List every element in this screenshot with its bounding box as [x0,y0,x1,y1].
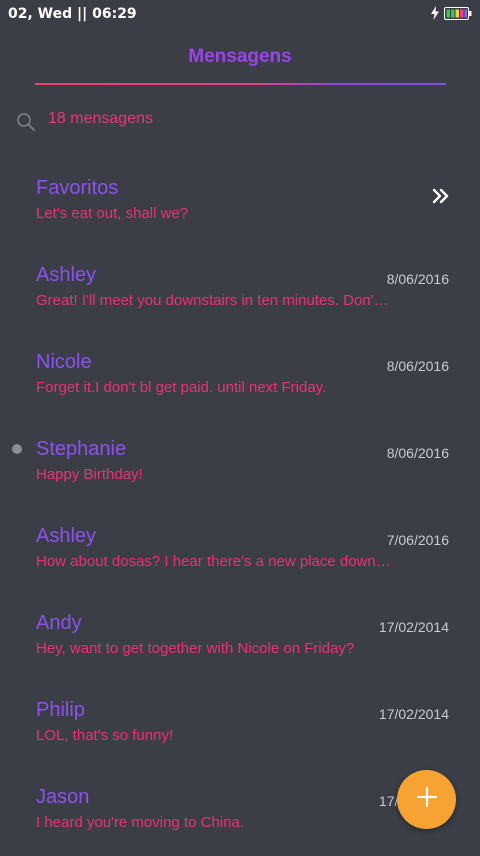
thread-date: 8/06/2016 [386,445,449,461]
status-time: 02, Wed || 06:29 [8,6,137,22]
thread-date: 17/02/2014 [378,619,449,635]
search-bar[interactable]: 18 mensagens [0,106,480,136]
battery-icon [444,6,472,25]
thread-name: Nicole [36,351,92,373]
thread-preview: Great! I'll meet you downstairs in ten m… [36,292,391,309]
thread-name: Stephanie [36,438,127,460]
thread-preview: Forget it.I don't bl get paid. until nex… [36,379,327,396]
thread-name: Ashley [36,525,97,547]
thread-ashley[interactable]: Ashley 8/06/2016 Great! I'll meet you do… [0,247,480,334]
double-chevron-right-icon[interactable] [432,188,450,209]
page-title: Mensagens [188,46,292,67]
search-icon[interactable] [16,112,36,137]
plus-icon [416,786,437,812]
unread-indicator [12,444,22,454]
thread-name: Andy [36,612,82,634]
thread-favoritos[interactable]: Favoritos Let's eat out, shall we? [0,160,480,247]
thread-nicole[interactable]: Nicole 8/06/2016 Forget it.I don't bl ge… [0,334,480,421]
thread-date: 8/06/2016 [386,358,449,374]
thread-name: Favoritos [36,177,119,199]
app-header: Mensagens [0,30,480,90]
thread-andy[interactable]: Andy 17/02/2014 Hey, want to get togethe… [0,595,480,682]
header-underline [35,83,446,85]
thread-preview: Happy Birthday! [36,466,143,483]
thread-list: Favoritos Let's eat out, shall we? Ashle… [0,160,480,856]
thread-stephanie[interactable]: Stephanie 8/06/2016 Happy Birthday! [0,421,480,508]
new-message-button[interactable] [397,770,456,829]
status-icons [430,6,472,25]
thread-preview: Let's eat out, shall we? [36,205,189,222]
charging-icon [430,6,440,25]
thread-preview: How about dosas? I hear there's a new pl… [36,553,391,570]
thread-date: 17/02/2014 [378,706,449,722]
thread-preview: Hey, want to get together with Nicole on… [36,640,355,657]
status-bar: 02, Wed || 06:29 [0,0,480,30]
thread-date: 7/06/2016 [386,532,449,548]
thread-date: 8/06/2016 [386,271,449,287]
thread-philip[interactable]: Philip 17/02/2014 LOL, that's so funny! [0,682,480,769]
thread-name: Ashley [36,264,97,286]
thread-preview: LOL, that's so funny! [36,727,174,744]
thread-preview: I heard you're moving to China. [36,814,244,831]
thread-name: Jason [36,786,90,808]
thread-name: Philip [36,699,85,721]
message-count: 18 mensagens [48,110,153,127]
thread-ashley-2[interactable]: Ashley 7/06/2016 How about dosas? I hear… [0,508,480,595]
